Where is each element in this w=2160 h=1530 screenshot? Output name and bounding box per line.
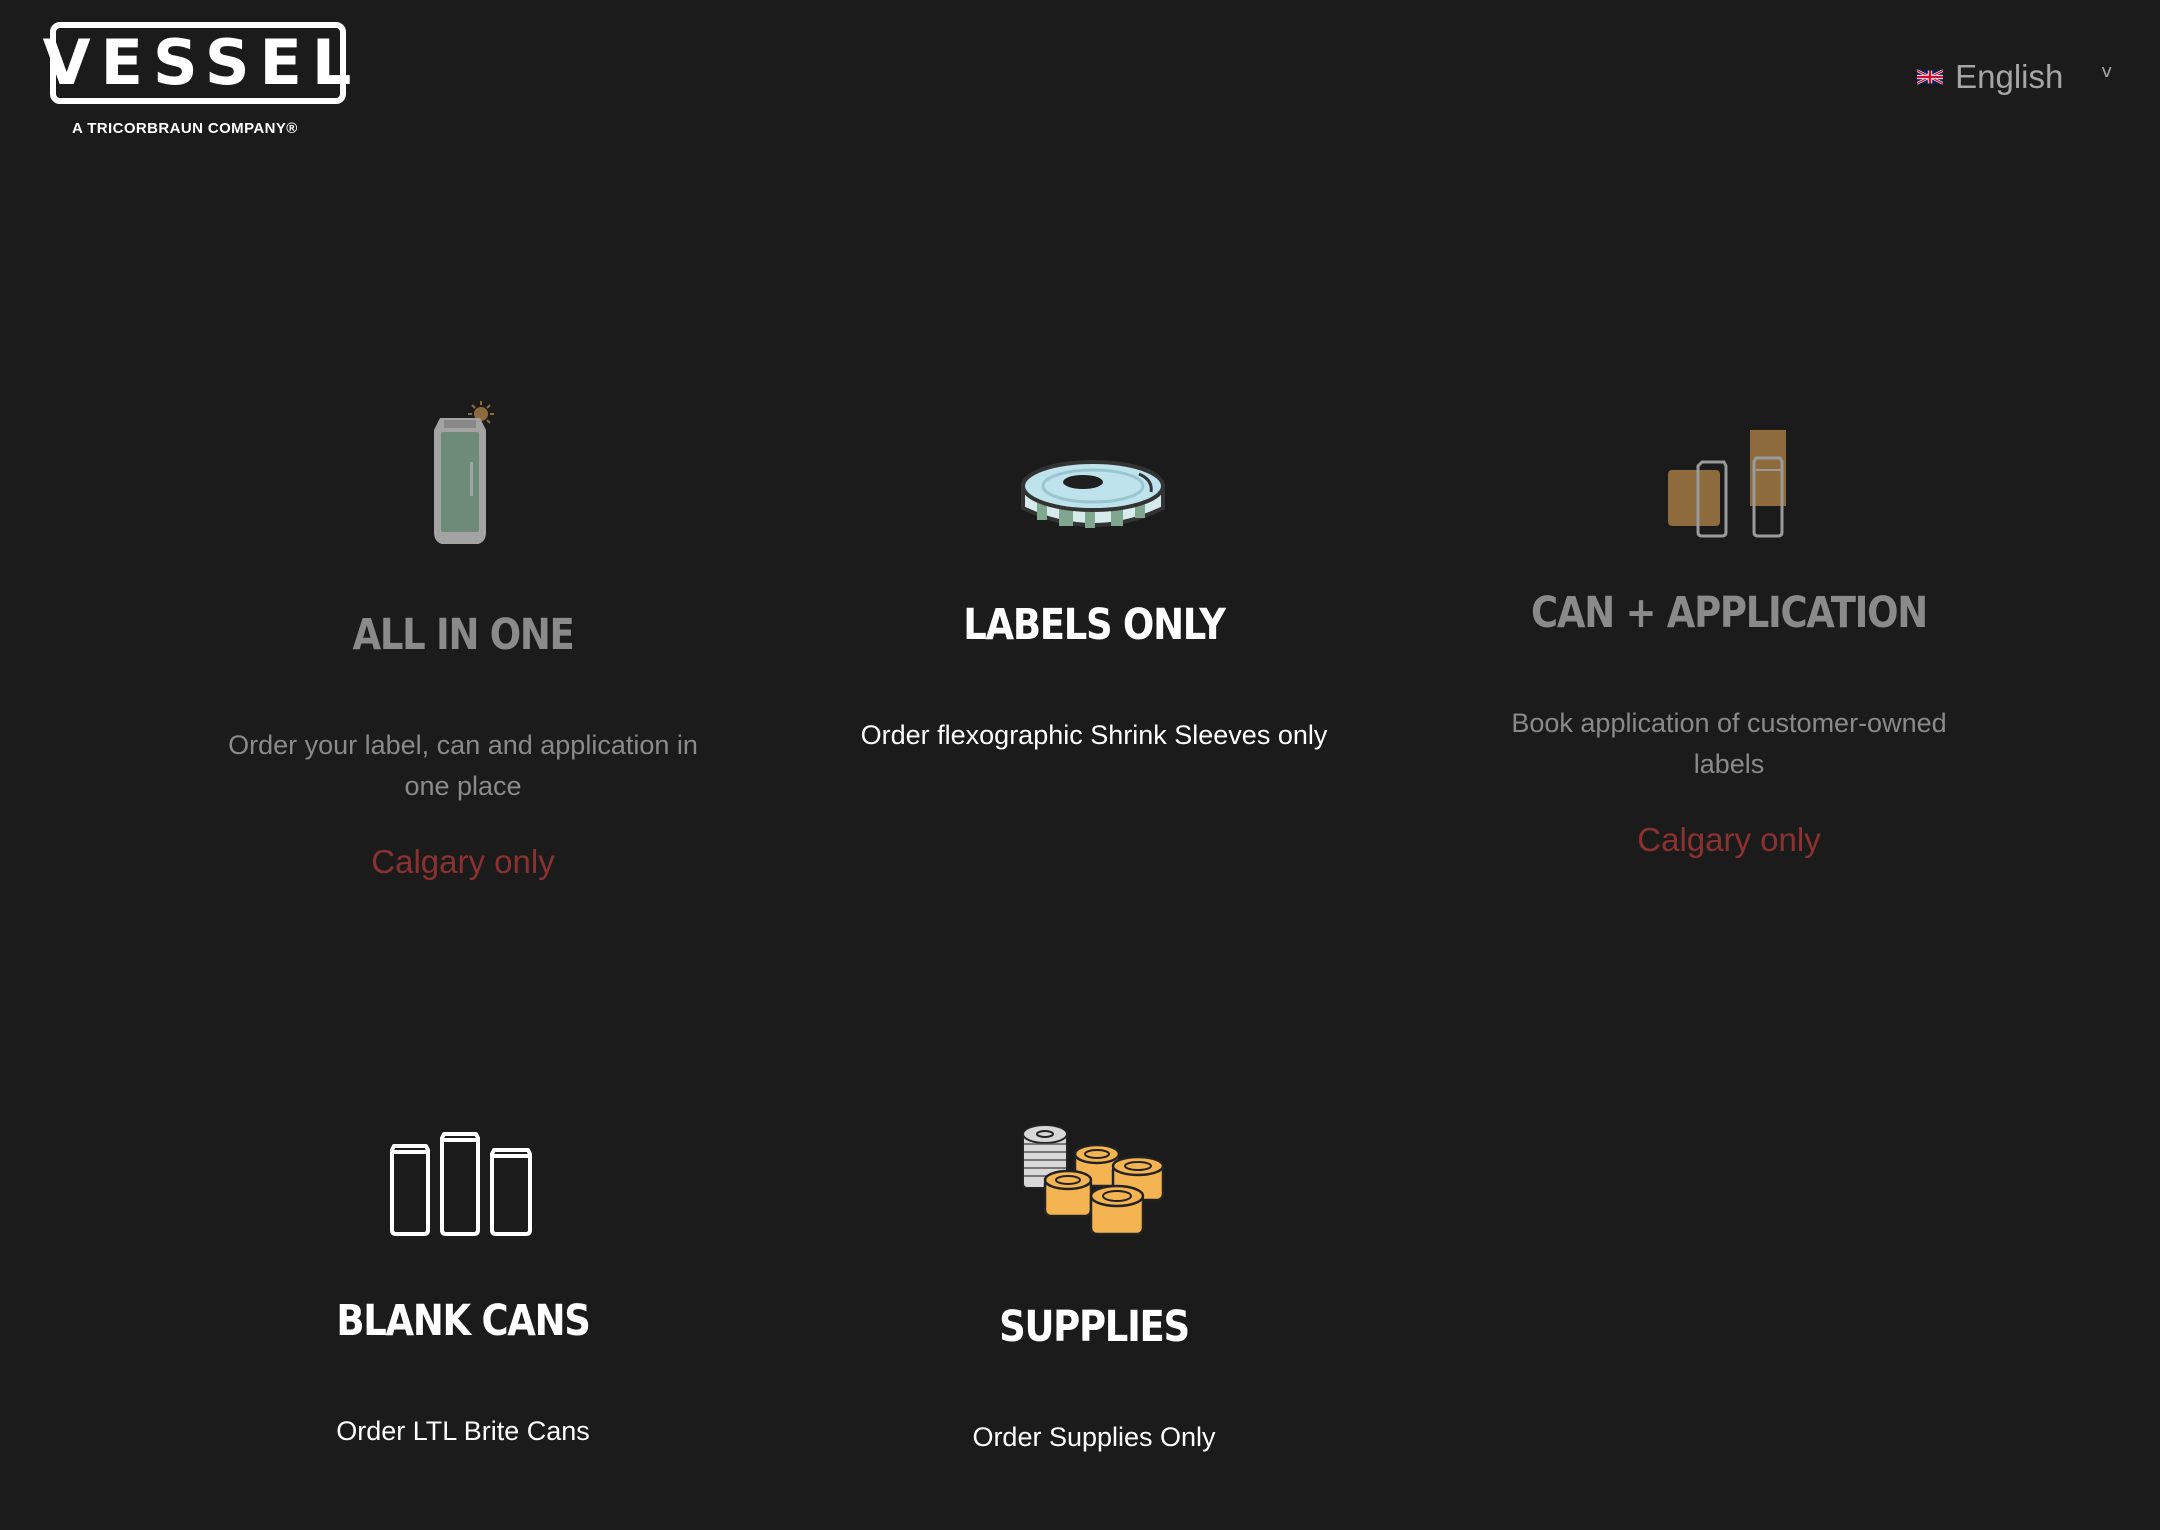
card-supplies[interactable]: SUPPLIES Order Supplies Only	[814, 1122, 1374, 1458]
availability-note: Calgary only	[371, 843, 555, 880]
supplies-lids-icon	[1022, 1124, 1165, 1236]
label-roll-icon	[1021, 460, 1165, 528]
card-title: SUPPLIES	[999, 1302, 1190, 1352]
language-selector[interactable]: English v	[1917, 58, 2112, 96]
logo-tagline: A TRICORBRAUN COMPANY®	[72, 120, 298, 137]
card-description: Order your label, can and application in…	[228, 730, 698, 801]
logo-wordmark-box: VESSEL	[43, 22, 351, 104]
vessel-logo[interactable]: VESSEL A TRICORBRAUN COMPANY®	[43, 22, 352, 140]
card-description: Book application of customer-owned label…	[1511, 708, 1947, 779]
availability-note: Calgary only	[1637, 821, 1821, 858]
card-description: Order Supplies Only	[972, 1422, 1216, 1452]
logo-wordmark: VESSEL	[42, 26, 362, 99]
card-title: CAN + APPLICATION	[1531, 588, 1928, 638]
uk-flag-icon	[1917, 69, 1944, 85]
card-labels-only[interactable]: LABELS ONLY Order flexographic Shrink Sl…	[814, 452, 1374, 756]
card-blank-cans[interactable]: BLANK CANS Order LTL Brite Cans	[183, 1130, 743, 1452]
card-can-application: CAN + APPLICATION Book application of cu…	[1449, 430, 2009, 859]
blank-cans-icon	[390, 1132, 532, 1236]
card-title: ALL IN ONE	[352, 610, 575, 660]
card-all-in-one: ALL IN ONE Order your label, can and app…	[183, 392, 743, 881]
card-description: Order LTL Brite Cans	[336, 1416, 590, 1446]
can-and-sleeves-icon	[1668, 430, 1786, 538]
chevron-down-icon[interactable]: v	[2101, 61, 2112, 82]
can-with-spark-icon	[434, 401, 494, 544]
card-title: BLANK CANS	[336, 1296, 591, 1346]
language-label: English	[1955, 58, 2064, 95]
card-title: LABELS ONLY	[963, 600, 1226, 650]
card-description: Order flexographic Shrink Sleeves only	[860, 720, 1328, 750]
